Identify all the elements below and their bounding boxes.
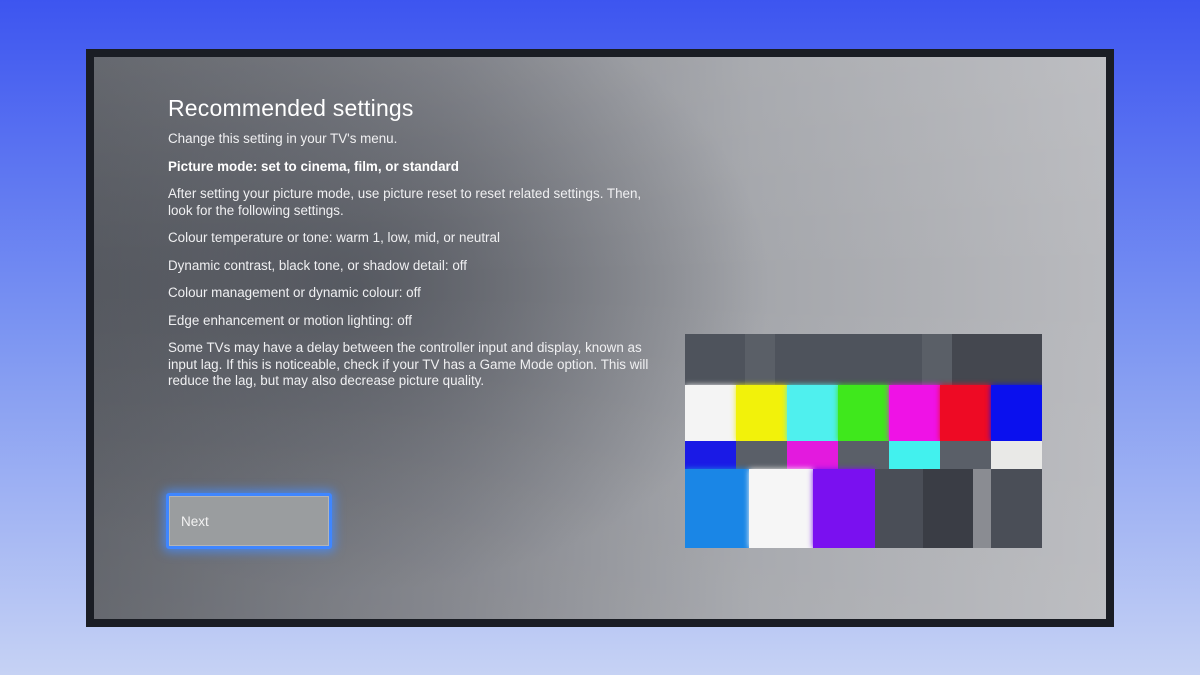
castellation-block [787,441,839,469]
picture-reset-text: After setting your picture mode, use pic… [168,186,642,218]
castellation-block [889,441,941,469]
top-band-segment [745,334,775,385]
top-band-segment [922,334,952,385]
color-bar [940,385,992,441]
settings-panel: Recommended settings Change this setting… [168,95,668,401]
edge-enhancement-setting: Edge enhancement or motion lighting: off [168,312,412,328]
colour-temperature-setting: Colour temperature or tone: warm 1, low,… [168,230,500,245]
dynamic-contrast-setting: Dynamic contrast, black tone, or shadow … [168,257,467,273]
bottom-band-block [923,469,973,548]
bottom-band-block [685,469,749,548]
castellation-block [940,441,992,469]
bottom-band-block [991,469,1042,548]
castellation-block [736,441,788,469]
next-button[interactable]: Next [166,493,332,549]
bottom-band-block [813,469,875,548]
test-pattern-graphic [685,334,1042,548]
tv-screen: Recommended settings Change this setting… [94,57,1106,619]
colour-management-setting: Colour management or dynamic colour: off [168,285,421,300]
bottom-band-block [875,469,923,548]
top-band-segment [952,334,1042,385]
color-bar [889,385,941,441]
color-bar [787,385,839,441]
castellation-block [838,441,890,469]
color-bar [838,385,890,441]
color-bar [736,385,788,441]
tv-bezel: Recommended settings Change this setting… [86,49,1114,627]
input-lag-text: Some TVs may have a delay between the co… [168,340,649,388]
page-title: Recommended settings [168,95,414,121]
castellation-block [991,441,1042,469]
instruction-text: Change this setting in your TV's menu. [168,131,398,146]
castellation-block [685,441,737,469]
color-bar [685,385,737,441]
picture-mode-setting: Picture mode: set to cinema, film, or st… [168,158,459,174]
test-pattern [685,334,1042,548]
top-band-segment [685,334,745,385]
bottom-band-block [749,469,813,548]
top-band-segment [775,334,922,385]
color-bar [991,385,1042,441]
bottom-band-block [973,469,991,548]
